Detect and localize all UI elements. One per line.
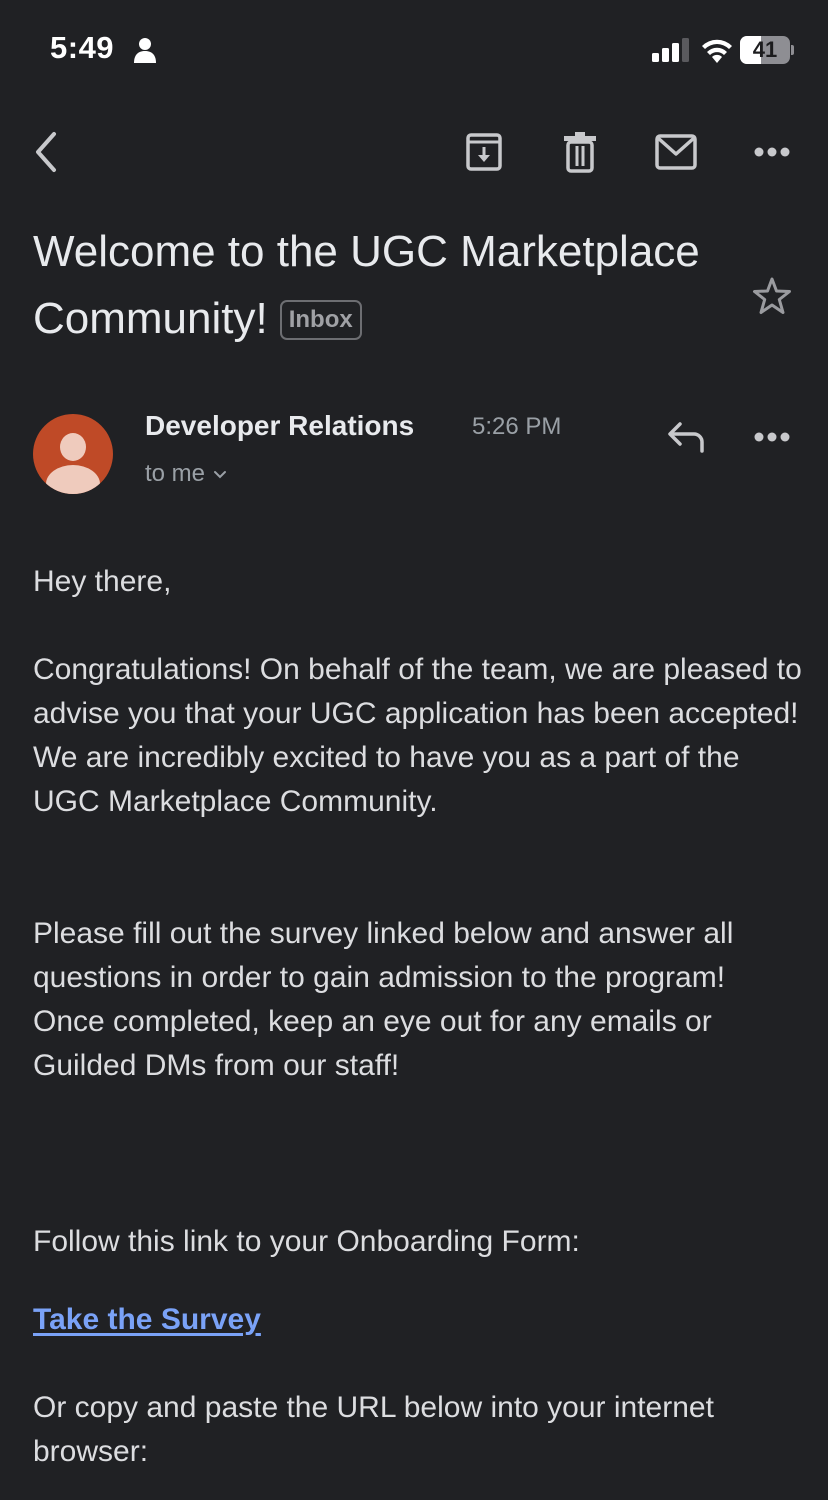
take-survey-link[interactable]: Take the Survey	[33, 1303, 261, 1336]
body-link-paragraph: Take the Survey	[33, 1298, 803, 1342]
inbox-label-badge[interactable]: Inbox	[279, 300, 362, 340]
back-button[interactable]	[18, 124, 74, 180]
archive-icon	[466, 133, 502, 171]
more-options-button[interactable]	[744, 124, 800, 180]
chevron-down-icon	[214, 470, 227, 478]
battery-tip	[791, 45, 794, 55]
body-survey-instructions: Please fill out the survey linked below …	[33, 917, 734, 1082]
subject-header: Welcome to the UGC Marketplace Community…	[33, 218, 733, 352]
mark-unread-button[interactable]	[648, 124, 704, 180]
sender-name[interactable]: Developer Relations	[145, 410, 414, 442]
body-greeting: Hey there,	[33, 565, 172, 598]
message-more-options-button[interactable]	[744, 412, 800, 462]
more-horizontal-icon	[754, 147, 790, 157]
star-icon	[753, 277, 791, 314]
cellular-signal-icon	[652, 38, 689, 62]
battery-percent: 41	[752, 37, 778, 62]
sender-avatar[interactable]	[33, 414, 113, 494]
person-avatar-icon	[46, 433, 100, 494]
archive-button[interactable]	[456, 124, 512, 180]
chevron-left-icon	[36, 132, 56, 172]
email-toolbar	[0, 118, 828, 188]
person-icon	[134, 38, 156, 63]
body-copy-url-text: Or copy and paste the URL below into you…	[33, 1391, 714, 1468]
email-subject-text: Welcome to the UGC Marketplace Community…	[33, 227, 700, 343]
delete-button[interactable]	[552, 124, 608, 180]
trash-icon	[564, 132, 596, 173]
reply-button[interactable]	[658, 412, 714, 462]
body-congratulations: Congratulations! On behalf of the team, …	[33, 653, 802, 818]
more-horizontal-icon	[754, 432, 790, 442]
email-subject: Welcome to the UGC Marketplace Community…	[33, 218, 733, 352]
sent-time: 5:26 PM	[472, 413, 562, 440]
reply-icon	[668, 422, 704, 453]
mail-icon	[655, 134, 697, 170]
recipient-text: to me	[145, 460, 206, 487]
wifi-icon	[702, 39, 732, 63]
status-bar: 5:49 41	[0, 0, 828, 100]
recipient-details-toggle[interactable]: to me	[145, 460, 227, 488]
star-button[interactable]	[748, 272, 796, 320]
status-time: 5:49	[50, 30, 115, 65]
body-follow-link-text: Follow this link to your Onboarding Form…	[33, 1225, 580, 1258]
battery-indicator: 41	[740, 36, 790, 64]
